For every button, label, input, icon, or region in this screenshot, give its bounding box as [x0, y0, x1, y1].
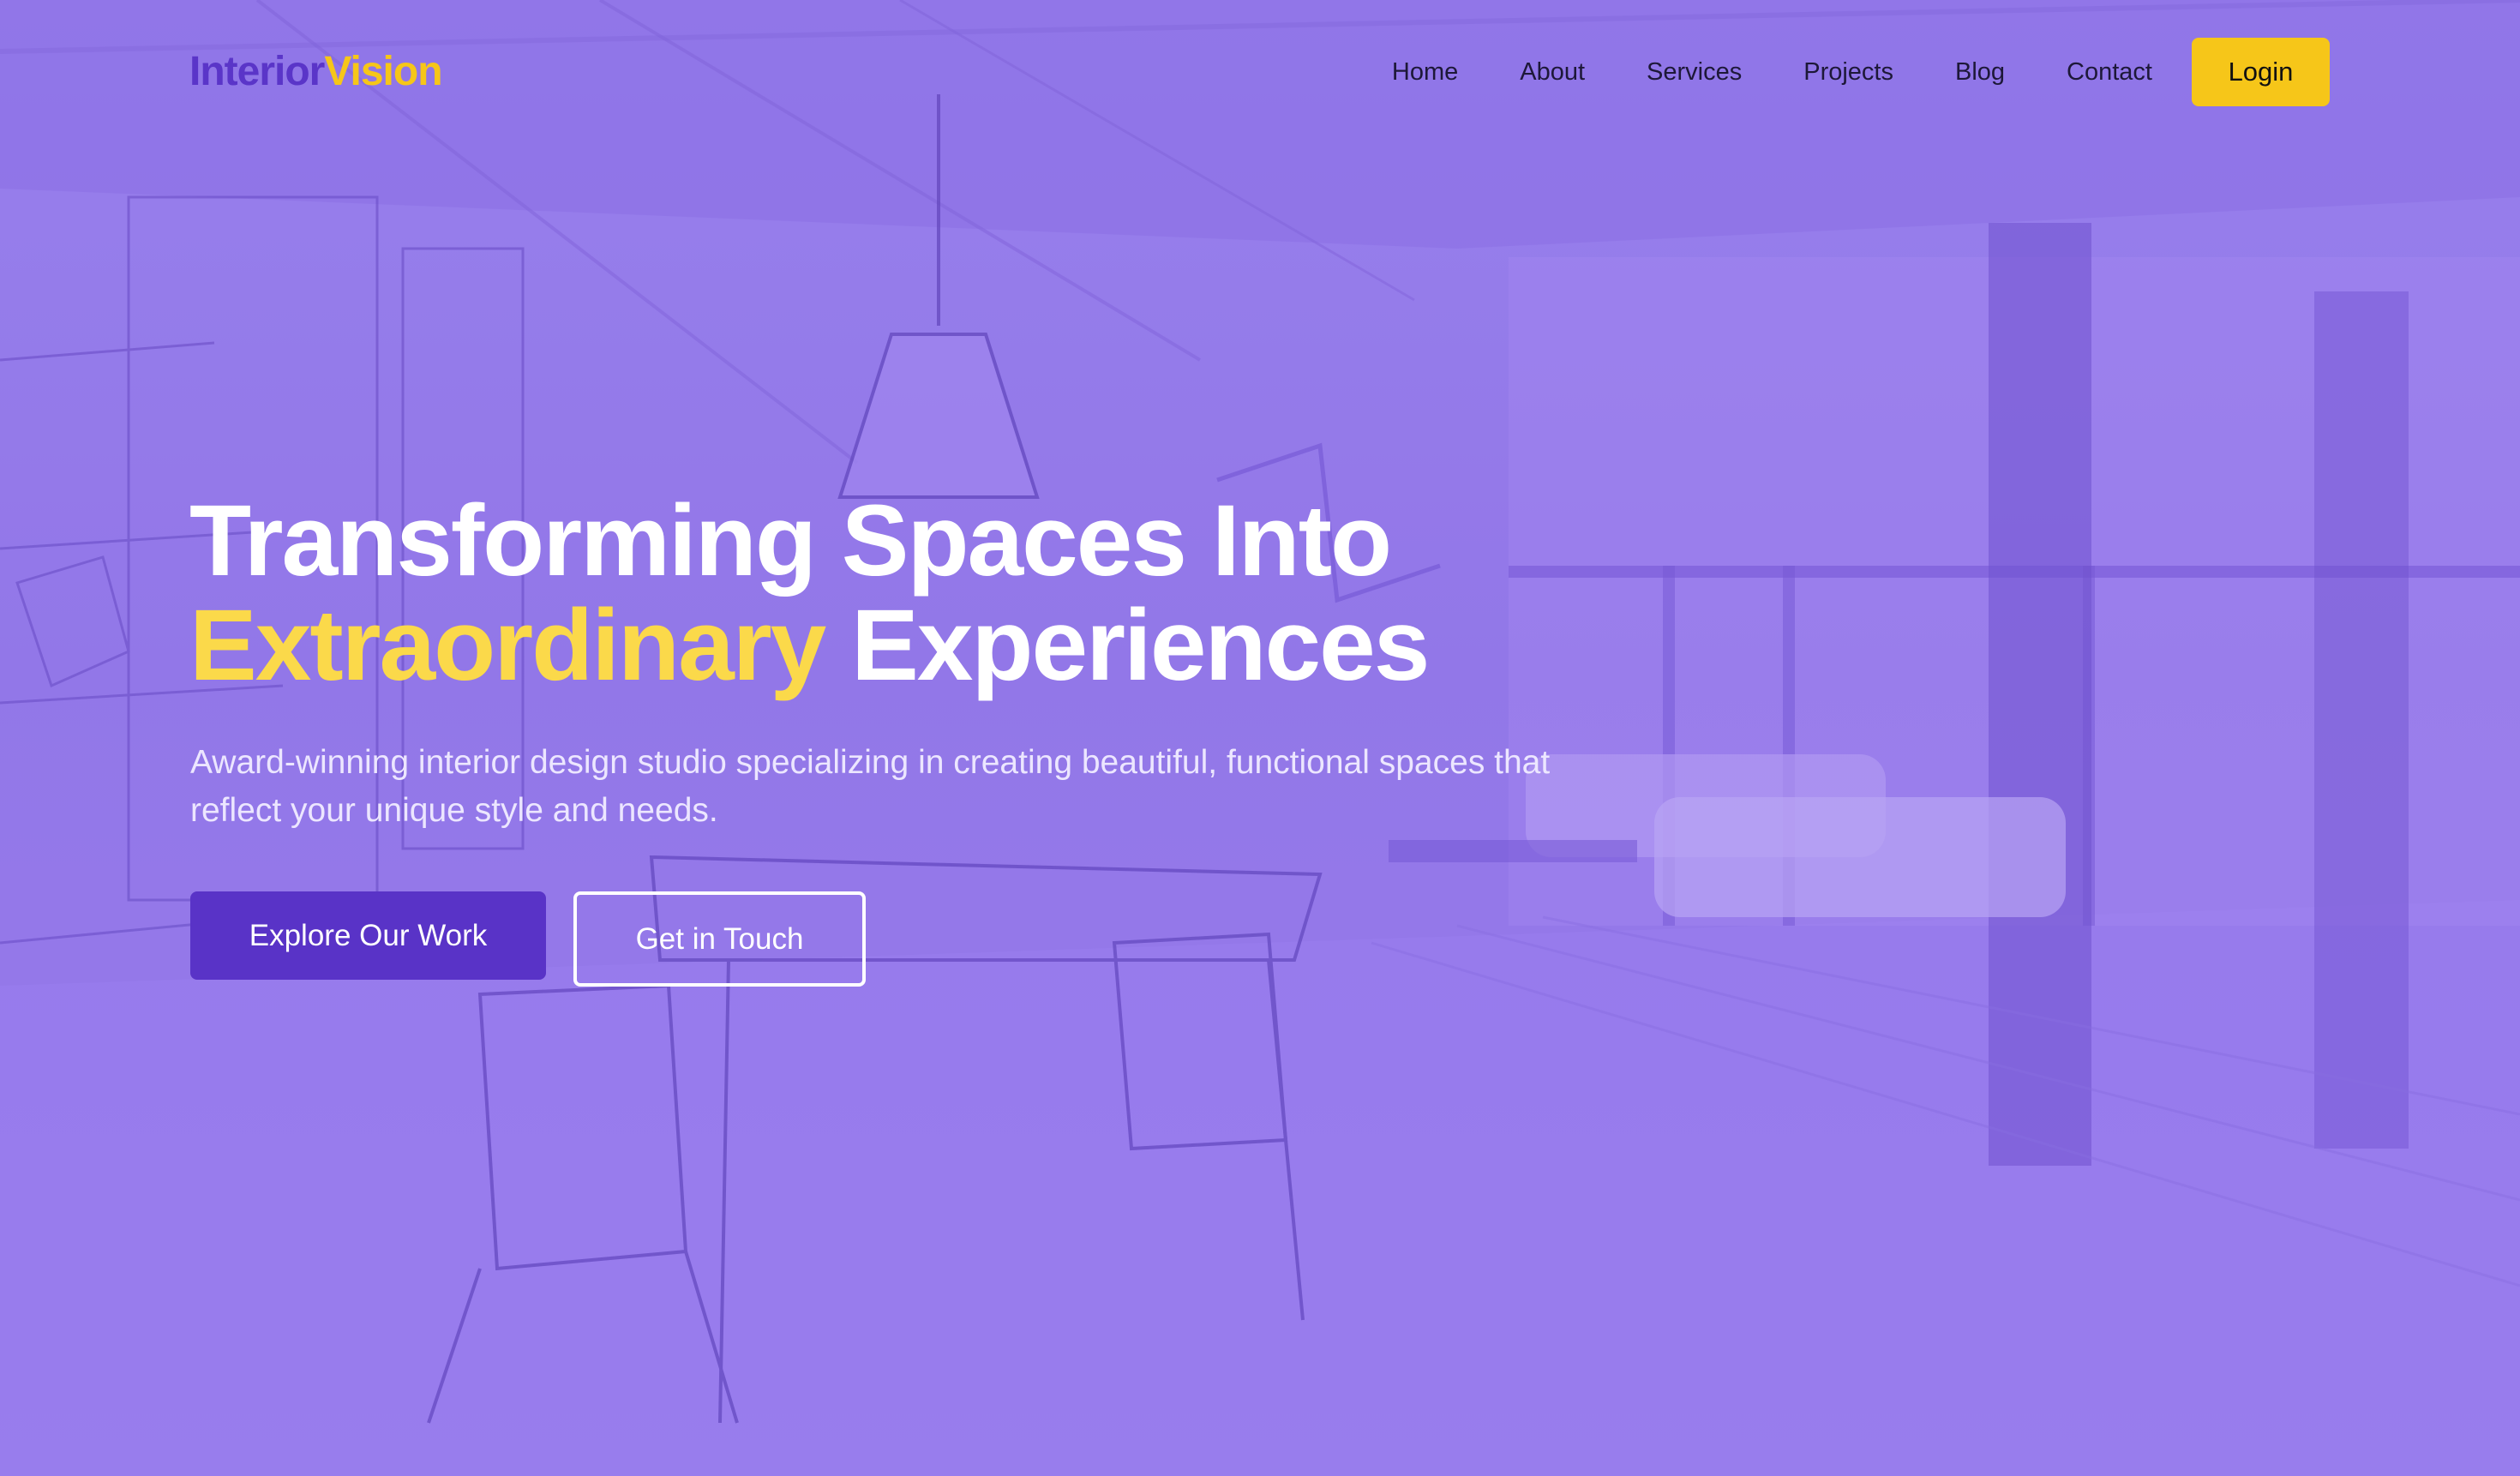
headline-rest: Experiences	[851, 589, 1430, 702]
brand-logo[interactable]: InteriorVision	[189, 45, 443, 99]
main-menu: Home About Services Projects Blog Contac…	[1392, 53, 2152, 91]
nav-link-services[interactable]: Services	[1647, 53, 1742, 91]
brand-logo-part2: Vision	[324, 49, 442, 94]
top-navbar: InteriorVision Home About Services Proje…	[0, 0, 2520, 144]
hero-section	[0, 0, 2520, 1476]
get-in-touch-button[interactable]: Get in Touch	[573, 891, 866, 987]
hero-subtitle: Award-winning interior design studio spe…	[190, 744, 1551, 829]
nav-link-contact[interactable]: Contact	[2067, 53, 2152, 91]
explore-our-work-button[interactable]: Explore Our Work	[190, 891, 546, 980]
nav-link-about[interactable]: About	[1520, 53, 1585, 91]
headline-accent-word: Extraordinary	[189, 589, 826, 702]
nav-link-projects[interactable]: Projects	[1803, 53, 1893, 91]
nav-link-home[interactable]: Home	[1392, 53, 1458, 91]
color-overlay	[0, 0, 2520, 1476]
nav-link-blog[interactable]: Blog	[1955, 53, 2005, 91]
hero-headline: Transforming Spaces Into Extraordinary E…	[189, 489, 1430, 698]
brand-logo-part1: Interior	[189, 49, 325, 94]
headline-line1: Transforming Spaces Into	[189, 484, 1392, 597]
login-button[interactable]: Login	[2192, 38, 2330, 106]
